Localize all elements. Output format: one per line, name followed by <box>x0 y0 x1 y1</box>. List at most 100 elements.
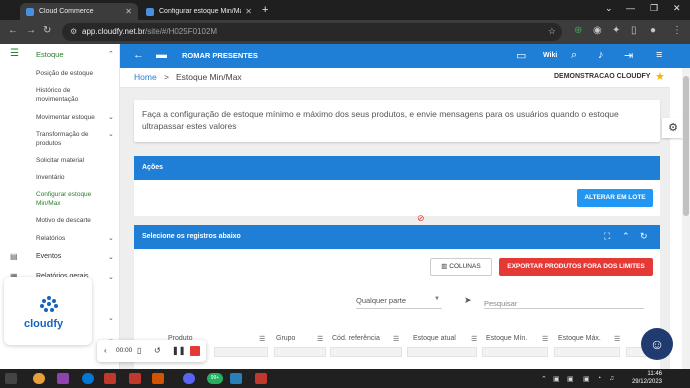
exportar-button[interactable]: EXPORTAR PRODUTOS FORA DOS LIMITES <box>499 258 653 276</box>
help-chat-button[interactable]: ☺ <box>641 328 673 360</box>
browser-tab-active[interactable]: Cloud Commerce ✕ <box>20 3 138 20</box>
column-filter-input[interactable] <box>274 347 326 357</box>
sidebar-item-inventario[interactable]: Inventário <box>36 173 114 182</box>
profile-icon[interactable]: ● <box>650 25 656 36</box>
new-tab-icon[interactable]: + <box>262 3 268 17</box>
sidebar-item-movimentar[interactable]: Movimentar estoque ⌄ <box>36 113 114 122</box>
filter-lines-icon[interactable]: ☰ <box>614 335 620 343</box>
filter-lines-icon[interactable]: ☰ <box>259 335 265 343</box>
app-icon[interactable] <box>255 373 267 384</box>
restart-icon[interactable]: ↺ <box>154 346 161 355</box>
column-filter-input[interactable] <box>407 347 477 357</box>
site-info-icon[interactable]: ⚙ <box>70 27 77 36</box>
maximize-icon[interactable]: ❐ <box>650 3 658 14</box>
chevron-down-icon[interactable]: ⌄ <box>108 314 114 322</box>
tray-icon[interactable]: ▣ <box>553 375 560 383</box>
app-icon[interactable] <box>104 373 116 384</box>
volume-icon[interactable]: ♫ <box>609 375 614 382</box>
edge-icon[interactable] <box>82 373 94 384</box>
forward-icon[interactable]: → <box>26 25 36 36</box>
column-filter-input[interactable] <box>330 347 402 357</box>
sidepanel-icon[interactable]: ▯ <box>631 25 637 36</box>
filter-lines-icon[interactable]: ☰ <box>317 335 323 343</box>
fullscreen-icon[interactable]: ⛶ <box>604 231 610 242</box>
back-arrow-icon[interactable]: ← <box>133 49 144 61</box>
sidebar-item-relatorios[interactable]: Relatórios ⌄ <box>36 234 114 243</box>
page-scrollbar[interactable] <box>682 68 690 369</box>
scrollbar-thumb[interactable] <box>683 76 689 216</box>
column-header-estoque-max[interactable]: Estoque Máx. <box>558 335 601 342</box>
stop-icon[interactable] <box>190 346 200 356</box>
back-icon[interactable]: ← <box>8 25 18 36</box>
sidebar-item-transformacao[interactable]: Transformação de produtos ⌄ <box>36 130 114 148</box>
column-filter-input[interactable] <box>214 347 268 357</box>
pause-icon[interactable]: ❚❚ <box>172 346 185 355</box>
app-icon[interactable] <box>129 373 141 384</box>
filter-lines-icon[interactable]: ☰ <box>542 335 548 343</box>
app-icon[interactable] <box>230 373 242 384</box>
collapse-icon[interactable]: ‹ <box>104 346 107 355</box>
logout-icon[interactable]: ⇥ <box>624 49 633 62</box>
column-filter-input[interactable] <box>554 347 620 357</box>
tray-icon[interactable]: ▣ <box>567 375 574 383</box>
wifi-icon[interactable]: ◔ <box>597 375 601 382</box>
browser-tab[interactable]: Configurar estoque Min/Ma ✕ <box>140 3 258 20</box>
search-field[interactable] <box>484 293 644 311</box>
widgets-icon[interactable] <box>5 373 17 384</box>
settings-gear-button[interactable]: ⚙ <box>662 118 684 138</box>
whatsapp-badge[interactable]: 99+ <box>207 373 223 384</box>
chrome-icon[interactable] <box>33 373 45 384</box>
send-icon[interactable]: ➤ <box>464 295 472 306</box>
sidebar-item-motivo[interactable]: Motivo de descarte <box>36 216 114 225</box>
close-tab-icon[interactable]: ✕ <box>125 7 132 16</box>
cast-icon[interactable]: ▭ <box>516 49 526 62</box>
address-bar[interactable]: ⚙ app.cloudfy.net.br/site/#/H025F0102M ☆ <box>62 23 562 41</box>
recording-time: 00:00 <box>116 347 133 354</box>
search-icon[interactable]: ⌕ <box>571 49 577 62</box>
column-filter-input[interactable] <box>482 347 548 357</box>
bookmark-star-icon[interactable]: ☆ <box>548 26 556 37</box>
column-header-grupo[interactable]: Grupo <box>276 335 295 342</box>
chevron-up-icon[interactable]: ⌃ <box>622 231 630 242</box>
sidebar-section-estoque[interactable]: ☰ Estoque ⌃ <box>0 48 119 62</box>
filter-lines-icon[interactable]: ☰ <box>393 335 399 343</box>
bell-icon[interactable]: ♪ <box>598 49 604 61</box>
tray-icon[interactable]: ▣ <box>583 375 590 383</box>
column-header-estoque-min[interactable]: Estoque Mín. <box>486 335 527 342</box>
search-input[interactable] <box>484 296 644 311</box>
app-icon[interactable] <box>152 373 164 384</box>
extension-icon[interactable]: ⊕ <box>574 25 582 36</box>
refresh-icon[interactable]: ↻ <box>640 231 648 242</box>
sidebar-group-eventos[interactable]: ▤ Eventos ⌄ <box>0 252 119 264</box>
menu-icon[interactable]: ≡ <box>656 49 662 61</box>
close-tab-icon[interactable]: ✕ <box>245 7 252 16</box>
discord-icon[interactable] <box>183 373 195 384</box>
column-header-estoque-atual[interactable]: Estoque atual <box>413 335 456 342</box>
sidebar-item-historico[interactable]: Histórico de movimentação <box>36 86 114 104</box>
chevron-up-icon: ⌃ <box>108 51 114 58</box>
more-menu-icon[interactable]: ⋮ <box>672 25 682 36</box>
sidebar-item-posicao[interactable]: Posição de estoque <box>36 69 114 78</box>
favorite-star-icon[interactable]: ★ <box>655 70 665 83</box>
filter-lines-icon[interactable]: ☰ <box>471 335 477 343</box>
puzzle-icon[interactable]: ✦ <box>612 25 620 36</box>
sidebar-item-solicitar[interactable]: Solicitar material <box>36 156 114 165</box>
search-mode-select[interactable]: Qualquer parte ▼ <box>356 293 442 309</box>
wiki-link[interactable]: Wiki <box>543 52 557 59</box>
breadcrumb-home[interactable]: Home <box>134 72 157 82</box>
system-clock[interactable]: 11:46 29/12/2023 <box>626 370 662 386</box>
colunas-button[interactable]: ▥ COLUNAS <box>430 258 492 276</box>
column-header-cod-referencia[interactable]: Cód. referência <box>332 335 380 342</box>
reload-icon[interactable]: ↻ <box>43 25 51 36</box>
store-icon[interactable]: ▬ <box>156 49 167 61</box>
alterar-em-lote-button[interactable]: ALTERAR EM LOTE <box>577 189 653 207</box>
account-name[interactable]: DEMONSTRACAO CLOUDFY <box>554 73 650 80</box>
sidebar-item-configurar[interactable]: Configurar estoque Min/Max <box>36 190 114 208</box>
trash-icon[interactable]: ▯ <box>137 346 141 355</box>
tray-icon[interactable]: ⌃ <box>541 375 547 383</box>
extension-icon[interactable]: ◉ <box>593 25 602 36</box>
app-icon[interactable] <box>57 373 69 384</box>
tab-search-icon[interactable]: ⌄ <box>605 3 613 14</box>
close-window-icon[interactable]: ✕ <box>673 3 681 14</box>
minimize-icon[interactable]: — <box>626 3 635 13</box>
